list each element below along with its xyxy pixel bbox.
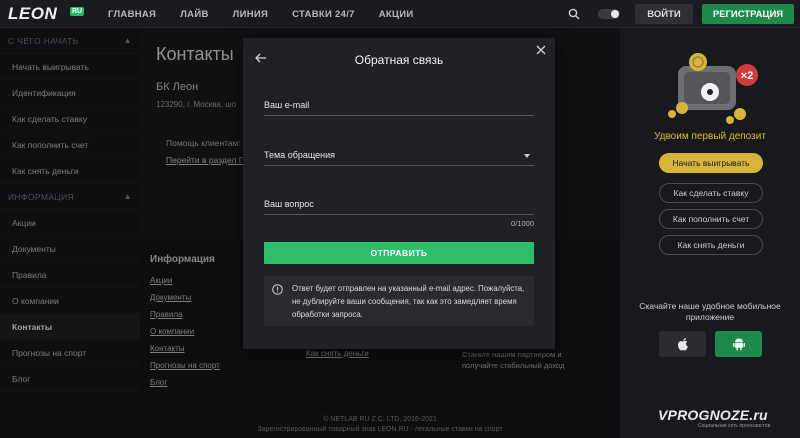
how-to-deposit-button[interactable]: Как пополнить счет	[659, 209, 763, 229]
logo[interactable]: LEON	[8, 4, 57, 24]
select-caret-icon	[524, 154, 530, 158]
notice-text: Ответ будет отправлен на указанный e-mai…	[292, 284, 525, 319]
char-counter: 0/1000	[511, 219, 534, 228]
android-icon	[732, 338, 745, 351]
question-field[interactable]: Ваш вопрос	[264, 195, 534, 215]
feedback-modal: Обратная связь Ваш e-mail Тема обращения…	[243, 38, 555, 349]
wallet-promo-illustration: ×2	[668, 53, 758, 124]
topic-select-label: Тема обращения	[264, 150, 336, 160]
modal-title: Обратная связь	[354, 53, 444, 67]
main-nav: ГЛАВНАЯ ЛАЙВ ЛИНИЯ СТАВКИ 24/7 АКЦИИ	[108, 0, 414, 28]
submit-button[interactable]: ОТПРАВИТЬ	[264, 242, 534, 264]
nav-item-live[interactable]: ЛАЙВ	[180, 9, 208, 20]
logo-badge: RU	[70, 7, 85, 16]
android-app-button[interactable]	[715, 331, 762, 357]
search-icon[interactable]	[568, 8, 580, 20]
email-field[interactable]: Ваш e-mail	[264, 96, 534, 116]
promo-panel: ×2 Удвоим первый депозит Начать выигрыва…	[620, 28, 800, 438]
top-bar: LEON RU ГЛАВНАЯ ЛАЙВ ЛИНИЯ СТАВКИ 24/7 А…	[0, 0, 800, 28]
theme-toggle-icon[interactable]	[598, 9, 620, 19]
app-download-title: Скачайте наше удобное мобильное приложен…	[639, 301, 781, 322]
apple-icon	[677, 338, 688, 351]
nav-item-promotions[interactable]: АКЦИИ	[379, 9, 414, 20]
promo-title: Удвоим первый депозит	[654, 131, 766, 142]
promo-badge: ×2	[741, 70, 754, 82]
notice-box: Ответ будет отправлен на указанный e-mai…	[264, 276, 534, 326]
nav-item-line[interactable]: ЛИНИЯ	[233, 9, 269, 20]
question-field-label: Ваш вопрос	[264, 199, 314, 209]
register-button[interactable]: РЕГИСТРАЦИЯ	[702, 4, 794, 24]
login-button[interactable]: ВОЙТИ	[635, 4, 693, 24]
how-to-withdraw-button[interactable]: Как снять деньги	[659, 235, 763, 255]
watermark-subtitle: Социальная сеть прогнозистов	[698, 423, 771, 429]
topic-select[interactable]: Тема обращения	[264, 146, 534, 166]
info-icon	[272, 284, 283, 295]
ios-app-button[interactable]	[659, 331, 706, 357]
email-field-label: Ваш e-mail	[264, 100, 310, 110]
watermark: VPROGNOZE.ru Социальная сеть прогнозисто…	[658, 407, 794, 435]
how-to-bet-button[interactable]: Как сделать ставку	[659, 183, 763, 203]
nav-item-home[interactable]: ГЛАВНАЯ	[108, 9, 156, 20]
nav-item-bets-247[interactable]: СТАВКИ 24/7	[292, 9, 355, 20]
watermark-text: VPROGNOZE.ru	[658, 407, 768, 423]
start-winning-button[interactable]: Начать выигрывать	[659, 153, 763, 173]
